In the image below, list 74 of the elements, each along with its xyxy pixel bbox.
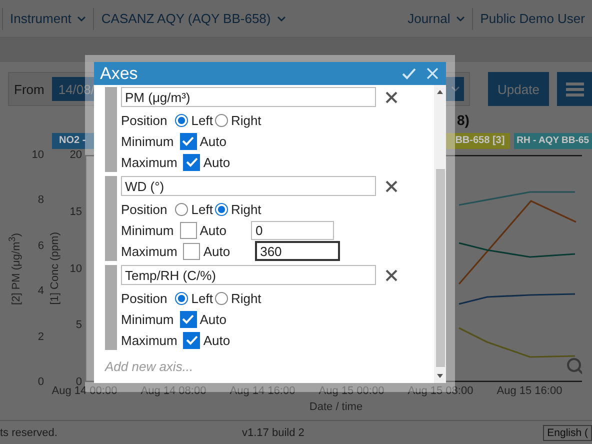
field-label: Maximum [121,244,178,258]
axis-tick-label: 5 [74,319,82,332]
radio-label: Right [230,290,262,306]
checkbox[interactable] [180,310,197,328]
chart-title: 8) [457,112,470,128]
version-text: v1.17 build 2 [242,426,304,438]
checkbox-label: Auto [200,312,226,326]
limit-field[interactable]: 0 [251,220,334,240]
radio-label: Right [230,202,262,216]
limit-field[interactable]: 360 [255,241,340,261]
radio-label: Left [191,290,213,306]
nav-menu[interactable]: CASANZ AQY (AQY BB-658) [93,8,293,30]
axis-name-field[interactable]: PM (μg/m³) [121,87,376,107]
radio-button[interactable] [214,114,228,126]
checkbox[interactable] [180,222,197,238]
axis-name-field[interactable]: Temp/RH (C/%) [121,265,376,285]
checkbox-label: Auto [200,134,226,148]
field-label: Maximum [121,332,178,348]
copyright-text: ts reserved. [0,426,58,438]
axis-tick-label: 20 [68,149,82,161]
checkbox[interactable] [183,332,200,348]
check-icon[interactable] [402,68,416,80]
axis-tick-label: 0 [76,376,82,388]
checkbox-label: Auto [200,222,226,238]
axis-tick-label: 0 [36,376,44,388]
radio-label: Left [191,112,213,128]
legend-tag[interactable]: RH - AQY BB-65 [514,133,592,149]
scrollbar[interactable] [434,85,446,383]
nav-menu[interactable]: Instrument [2,8,94,30]
chevron-down-icon [451,86,460,92]
field-label: Minimum [121,222,174,238]
field-label: Minimum [121,134,174,148]
radio-label: Left [191,202,213,216]
close-icon[interactable] [385,90,398,104]
checkbox-label: Auto [203,332,230,348]
add-axis-link[interactable]: Add new axis... [105,359,194,374]
update-button[interactable]: Update [488,72,549,106]
radio-button[interactable] [175,114,188,126]
checkbox[interactable] [183,242,200,260]
dialog-title: Axes [100,64,138,84]
menu-icon [566,82,584,96]
radio-label: Right [230,112,262,128]
nav-menu[interactable]: Journal [400,8,472,30]
axis-tick-label: Aug 14 00:00 [50,385,118,398]
axis-title: [1] Conc (ppm) [49,232,61,305]
axis-tick-label: 10 [68,262,82,274]
radio-button[interactable] [214,292,228,304]
language-select[interactable]: English ( [543,424,592,440]
axis-tick-label: 10 [30,149,44,161]
axis-name-field[interactable]: WD (°) [121,176,376,196]
close-icon[interactable] [385,268,398,282]
axis-tick-label: 15 [68,206,82,218]
axis-title: Date / time [309,401,363,413]
axis-tick-label: Aug 15 16:00 [496,384,564,398]
field-label: Maximum [121,154,178,170]
field-label: Position [121,112,168,128]
radio-button[interactable] [175,202,188,216]
axis-tick-label: 2 [36,330,44,343]
menu-button[interactable] [557,72,592,106]
nav-menu[interactable]: Public Demo User [472,8,592,30]
field-label: Position [121,290,168,306]
checkbox[interactable] [180,132,197,150]
axis-tick-label: 4 [36,285,44,298]
close-icon[interactable] [385,180,398,192]
radio-button[interactable] [214,202,228,216]
field-label: Minimum [121,312,174,326]
axis-tick-label: 8 [36,194,44,206]
checkbox-label: Auto [203,244,230,258]
checkbox-label: Auto [203,154,230,170]
checkbox[interactable] [183,154,200,170]
radio-button[interactable] [175,292,188,304]
field-label: Position [121,202,168,216]
from-label: From [14,82,44,96]
axis-tick-label: 6 [36,240,44,252]
